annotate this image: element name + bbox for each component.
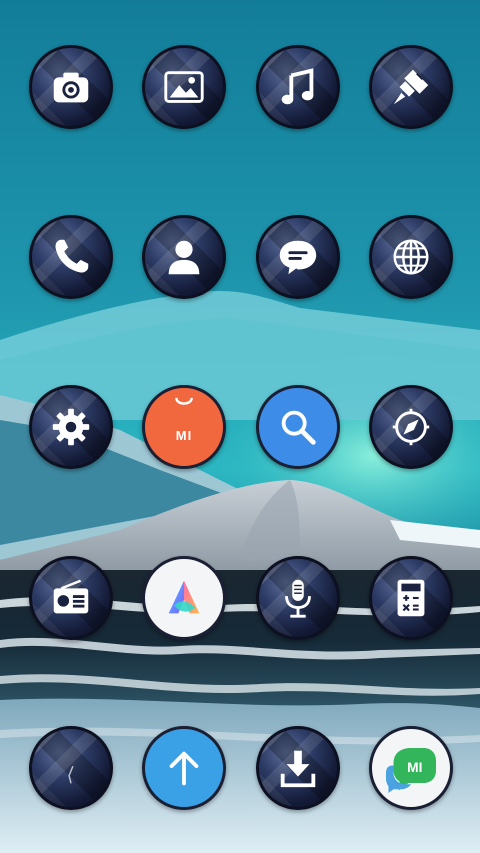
app-camera[interactable] xyxy=(29,45,113,129)
app-gallery[interactable] xyxy=(142,45,226,129)
arrow-up-icon xyxy=(169,751,199,786)
compass-icon xyxy=(392,408,430,446)
mi-chat-label: MI xyxy=(407,760,422,775)
app-music[interactable] xyxy=(256,45,340,129)
app-unknown-app[interactable] xyxy=(29,726,113,810)
phone-icon xyxy=(55,239,89,273)
image-icon xyxy=(164,71,204,103)
app-contacts[interactable] xyxy=(142,215,226,299)
app-recorder[interactable] xyxy=(256,556,340,640)
app-downloads[interactable] xyxy=(256,726,340,810)
music-note-icon xyxy=(281,68,314,105)
app-phone[interactable] xyxy=(29,215,113,299)
blank-icon xyxy=(68,765,74,784)
app-calculator[interactable] xyxy=(369,556,453,640)
app-browser[interactable] xyxy=(369,215,453,299)
app-search[interactable] xyxy=(256,385,340,469)
paint-brush-icon xyxy=(393,69,429,105)
globe-icon xyxy=(393,239,429,275)
calculator-icon xyxy=(397,579,425,617)
app-fm-radio[interactable] xyxy=(29,556,113,640)
person-icon xyxy=(168,240,200,275)
app-compass[interactable] xyxy=(369,385,453,469)
app-settings[interactable] xyxy=(29,385,113,469)
gear-icon xyxy=(52,408,90,446)
app-mi-chat[interactable]: MI xyxy=(369,726,453,810)
app-messages[interactable] xyxy=(256,215,340,299)
chat-bubble-icon xyxy=(279,240,317,275)
download-icon xyxy=(280,750,316,788)
mi-store-label: MI xyxy=(175,428,193,443)
app-app-vault[interactable] xyxy=(142,556,226,640)
mi-chat-icon: MI xyxy=(386,748,436,793)
app-mi-store[interactable]: MI xyxy=(142,385,226,469)
app-updater[interactable] xyxy=(142,726,226,810)
search-icon xyxy=(281,410,316,445)
microphone-icon xyxy=(285,579,311,618)
camera-icon xyxy=(53,72,89,103)
app-icon-grid: MI MI xyxy=(0,0,480,853)
radio-icon xyxy=(53,579,89,614)
app-themes[interactable] xyxy=(369,45,453,129)
app-vault-logo-icon xyxy=(168,580,200,614)
